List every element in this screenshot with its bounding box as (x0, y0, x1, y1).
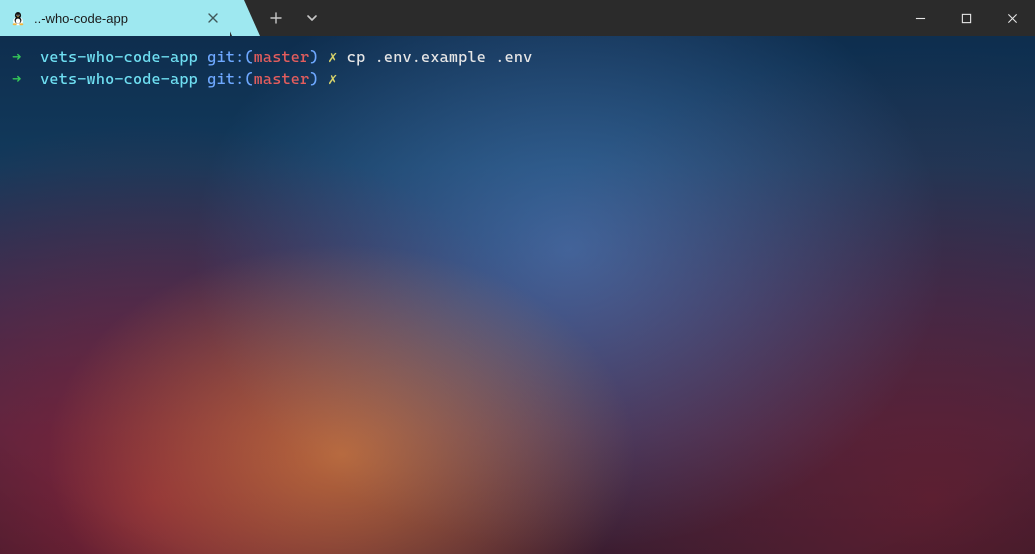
window-controls (897, 0, 1035, 36)
prompt-dirty-icon: ✗ (328, 48, 338, 66)
new-tab-button[interactable] (258, 0, 294, 36)
prompt-arrow-icon: ➜ (12, 70, 22, 88)
prompt-cwd: vets-who-code-app (40, 48, 198, 66)
maximize-button[interactable] (943, 0, 989, 36)
prompt-git-suffix: ) (309, 70, 318, 88)
titlebar-drag-region[interactable] (330, 0, 897, 36)
prompt-command: cp .env.example .env (347, 48, 533, 66)
tux-icon (10, 10, 26, 26)
titlebar: ..-who-code-app (0, 0, 1035, 36)
prompt-dirty-icon: ✗ (328, 70, 338, 88)
tab-close-button[interactable] (206, 11, 220, 25)
close-button[interactable] (989, 0, 1035, 36)
terminal-line: ➜ vets-who-code-app git:(master) ✗ cp .e… (12, 46, 1023, 68)
prompt-cwd: vets-who-code-app (40, 70, 198, 88)
tab-strip: ..-who-code-app (0, 0, 230, 36)
prompt-branch: master (254, 70, 310, 88)
prompt-arrow-icon: ➜ (12, 48, 22, 66)
terminal-viewport[interactable]: ➜ vets-who-code-app git:(master) ✗ cp .e… (0, 36, 1035, 100)
prompt-git-prefix: git:( (207, 70, 253, 88)
tab-controls (258, 0, 330, 36)
prompt-git-prefix: git:( (207, 48, 253, 66)
tab-title: ..-who-code-app (34, 11, 198, 26)
tab-active[interactable]: ..-who-code-app (0, 0, 230, 36)
prompt-branch: master (254, 48, 310, 66)
terminal-line: ➜ vets-who-code-app git:(master) ✗ (12, 68, 1023, 90)
tab-dropdown-button[interactable] (294, 0, 330, 36)
prompt-git-suffix: ) (309, 48, 318, 66)
minimize-button[interactable] (897, 0, 943, 36)
